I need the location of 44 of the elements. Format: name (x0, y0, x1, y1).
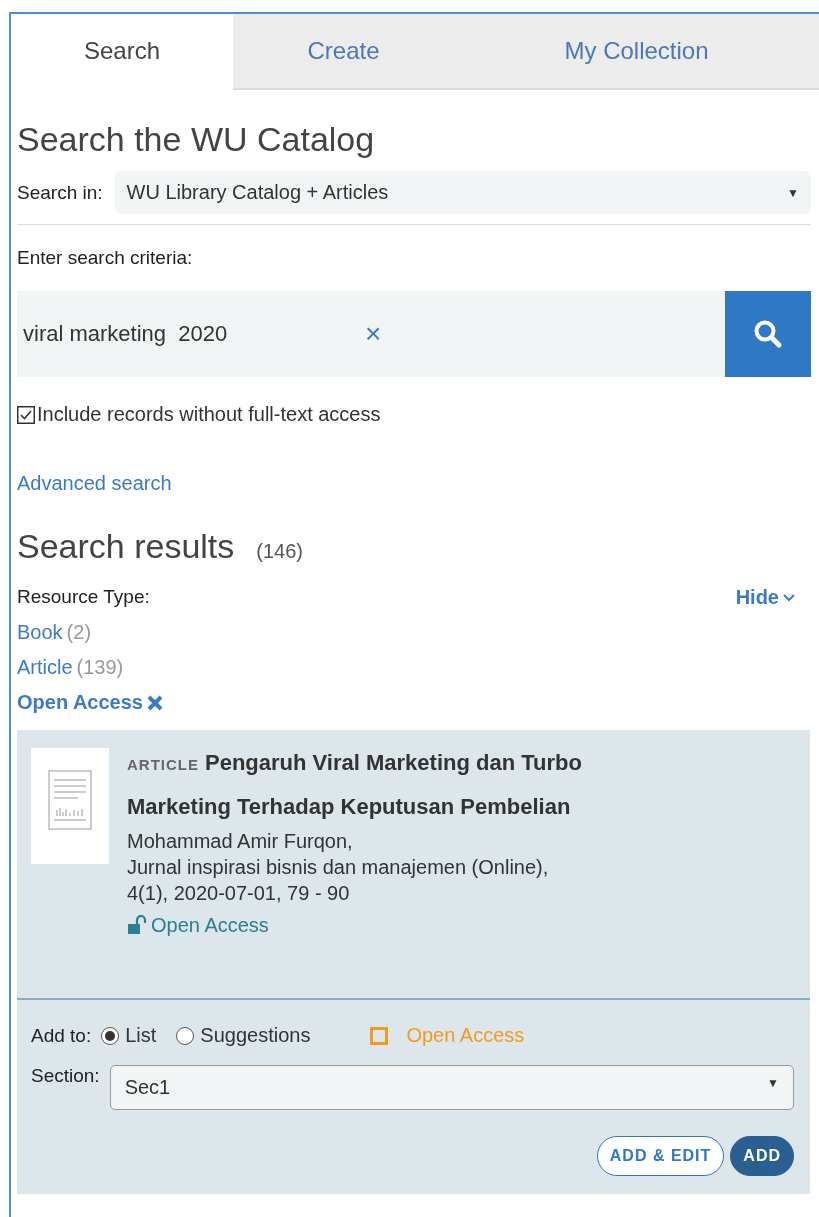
field-label: Section: (31, 1065, 100, 1087)
result-source: Jurnal inspirasi bisnis dan manajemen (Online), (127, 855, 550, 880)
radio-button[interactable] (176, 1026, 195, 1045)
results-count: (146) (256, 540, 304, 563)
add-edit-button[interactable]: ADD & EDIT (596, 1136, 725, 1176)
field-label: Add to: (31, 1024, 92, 1047)
result-details: 4(1), 2020-07-01, 79 - 90 (127, 881, 351, 906)
tab[interactable]: My Collection (454, 14, 819, 90)
search-icon (753, 319, 783, 349)
clear-button[interactable]: × (365, 318, 707, 350)
field-label: Enter search criteria: (17, 247, 194, 269)
caret-icon: ▼ (767, 1076, 779, 1099)
add-button[interactable]: ADD (730, 1136, 794, 1176)
radio-label: Suggestions (200, 1024, 311, 1047)
open-access-label: Open Access (151, 913, 269, 938)
chevron-icon (783, 593, 795, 602)
open-lock-icon (127, 915, 149, 935)
result-author: Mohammad Amir Furqon, (127, 829, 354, 854)
results-heading: Search results (17, 527, 235, 566)
remove-icon[interactable] (147, 694, 163, 711)
field-label: Search in: (17, 181, 103, 204)
search-button[interactable] (725, 291, 811, 377)
checkbox[interactable] (370, 1026, 389, 1045)
advanced-search-link[interactable]: Advanced search (17, 472, 811, 495)
facet-count: (2) (66, 621, 92, 644)
radio-label: List (125, 1024, 157, 1047)
radio-button[interactable] (101, 1026, 120, 1045)
facet-link[interactable]: Book (17, 621, 63, 644)
document-icon (48, 770, 92, 830)
facet-count: (139) (76, 656, 124, 679)
facet-heading: Resource Type: (17, 586, 150, 609)
search-field[interactable]: viral marketing 2020 × (17, 291, 725, 377)
caret-icon: ▼ (787, 185, 799, 200)
checkbox[interactable] (17, 405, 35, 424)
section-dropdown[interactable]: Sec1 ▼ (109, 1065, 794, 1110)
catalog-dropdown[interactable]: WU Library Catalog + Articles ▼ (114, 171, 811, 214)
tab[interactable]: Create (233, 14, 454, 90)
page-heading: Search the WU Catalog (17, 120, 376, 159)
checkbox-label: Open Access (406, 1024, 525, 1047)
checkbox-label: Include records without full-text access (37, 403, 381, 426)
hide-toggle[interactable]: Hide (735, 586, 795, 609)
facet-link[interactable]: Open Access (17, 691, 143, 714)
result-title[interactable]: ARTICLE Pengaruh Viral Marketing dan Turbo Marketing Terhadap Keputusan Pembelian (127, 742, 690, 828)
facet-link[interactable]: Article (17, 656, 73, 679)
